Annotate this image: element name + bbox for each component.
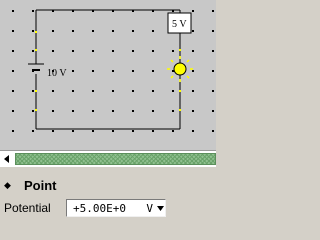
grid-dot [112,30,114,32]
grid-dot [212,50,214,52]
grid-dot [132,130,134,132]
grid-dot [192,110,194,112]
grid-dot [12,30,14,32]
grid-dot [152,90,154,92]
grid-dot [172,110,174,112]
grid-dot [112,110,114,112]
grid-dot [192,70,194,72]
triangle-left-icon [4,155,9,163]
battery-label: 10 V [47,68,67,79]
chevron-down-icon[interactable] [155,200,165,216]
bulb-node [173,62,187,76]
circuit-canvas[interactable]: 10 V 5 V [0,0,216,150]
grid-dot [72,50,74,52]
grid-dot [72,110,74,112]
grid-dot [12,10,14,12]
grid-dot [172,50,174,52]
grid-dot [72,130,74,132]
grid-dot [52,30,54,32]
grid-dot [212,30,214,32]
section-header[interactable]: ◆ Point [4,177,57,193]
battery[interactable] [28,63,44,71]
grid-dot [192,130,194,132]
grid-dot [212,10,214,12]
grid-dot [92,90,94,92]
grid-dot [192,90,194,92]
grid-dot [12,110,14,112]
grid-dot [72,90,74,92]
grid-dot [212,70,214,72]
voltmeter-label: 5 V [172,19,187,30]
grid-dot [52,50,54,52]
grid-dot [152,70,154,72]
grid-dot [12,130,14,132]
grid-dot [212,90,214,92]
grid-dot [12,50,14,52]
grid-dot [112,130,114,132]
grid-dot [212,110,214,112]
grid-dot [72,30,74,32]
grid-dot [92,30,94,32]
grid-dot [132,70,134,72]
circuit-svg: 10 V 5 V [12,9,214,132]
potential-unit: V [146,201,153,215]
diamond-bullet-icon[interactable]: ◆ [4,180,16,191]
grid-dot [112,70,114,72]
grid-dot [32,110,34,112]
grid-dot [192,30,194,32]
grid-dot [172,130,174,132]
grid-dot [192,50,194,52]
grid-dot [152,50,154,52]
grid-dot [32,50,34,52]
grid-dot [12,70,14,72]
scroll-thumb[interactable] [15,153,216,165]
grid-dot [12,90,14,92]
grid-dot [32,30,34,32]
grid-dot [112,50,114,52]
grid-dot [132,110,134,112]
grid-dot [32,90,34,92]
grid-dot [152,30,154,32]
grid-dot [52,110,54,112]
grid-dot [92,110,94,112]
grid-dot [92,70,94,72]
grid-dot [152,110,154,112]
grid-dot [52,90,54,92]
scroll-left-button[interactable] [0,151,14,167]
potential-value[interactable]: +5.00E+0 [67,202,146,215]
grid-dot [32,10,34,12]
potential-field[interactable]: +5.00E+0 V [66,199,166,217]
grid-dot [92,130,94,132]
grid-dot [152,130,154,132]
grid-dot [92,50,94,52]
properties-panel: ◆ Point Potential +5.00E+0 V [0,167,216,222]
potential-row: Potential +5.00E+0 V [4,199,214,217]
grid-dot [212,130,214,132]
grid-dot [132,90,134,92]
grid-dot [72,70,74,72]
horizontal-scrollbar[interactable] [0,150,216,167]
grid-dot [112,90,114,92]
grid-dot [132,50,134,52]
grid-dot [172,90,174,92]
grid-dot [32,130,34,132]
section-title: Point [24,177,57,193]
grid-dot [192,10,194,12]
potential-label: Potential [4,201,51,215]
grid-dot [132,30,134,32]
grid-dot [52,130,54,132]
